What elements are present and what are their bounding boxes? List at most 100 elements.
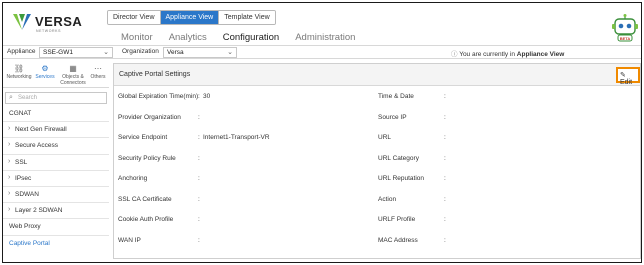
sidebar-item[interactable]: Web Proxy bbox=[3, 219, 109, 236]
field-label: SSL CA Certificate bbox=[118, 195, 172, 203]
field-separator: : bbox=[198, 93, 200, 100]
versa-logo: VERSA NETWORKS bbox=[9, 8, 99, 36]
field-separator: : bbox=[198, 134, 200, 141]
appliance-select[interactable]: SSE-GW1 ⌄ bbox=[39, 47, 113, 58]
sidebar-item-label: CGNAT bbox=[9, 110, 32, 117]
field-separator: : bbox=[198, 175, 200, 182]
field-label: WAN IP bbox=[118, 236, 141, 244]
sidebar-item[interactable]: › IPsec bbox=[3, 171, 109, 187]
services-icon: ⚙ bbox=[41, 64, 49, 73]
template-view-tab[interactable]: Template View bbox=[219, 11, 275, 24]
sidebar-item[interactable]: Captive Portal bbox=[3, 236, 109, 252]
edit-button[interactable]: ✎ Edit bbox=[616, 67, 640, 86]
chevron-right-icon: › bbox=[8, 141, 11, 149]
field-separator: : bbox=[198, 154, 200, 162]
field-separator: : bbox=[444, 216, 446, 223]
field-separator: : bbox=[444, 154, 446, 162]
sidebar-tabs: ⛓ Networking ⚙ Services ▦ Objects & Conn… bbox=[3, 60, 109, 88]
appliance-view-tab[interactable]: Appliance View bbox=[160, 11, 220, 24]
tab-objects-connectors[interactable]: ▦ Objects & Connectors bbox=[58, 65, 88, 86]
sidebar-item-label: Web Proxy bbox=[9, 223, 41, 231]
network-icon: ⛓ bbox=[13, 64, 25, 73]
sidebar-item-label: Layer 2 SDWAN bbox=[15, 207, 63, 215]
tab-objects-label: Objects & Connectors bbox=[60, 74, 86, 86]
sidebar: ⛓ Networking ⚙ Services ▦ Objects & Conn… bbox=[3, 60, 109, 262]
sidebar-item[interactable]: › Secure Access bbox=[3, 138, 109, 155]
field-separator: : bbox=[444, 236, 446, 244]
field-label: URLF Profile bbox=[378, 216, 416, 223]
chevron-right-icon: › bbox=[8, 157, 11, 165]
search-placeholder: Search bbox=[18, 95, 38, 101]
sidebar-item-label: SDWAN bbox=[15, 190, 39, 198]
appliance-select-value: SSE-GW1 bbox=[43, 49, 73, 56]
organization-select[interactable]: Versa ⌄ bbox=[163, 47, 237, 58]
sidebar-item[interactable]: › SSL bbox=[3, 155, 109, 171]
sidebar-item[interactable]: CGNAT bbox=[3, 106, 109, 123]
chevron-down-icon: ⌄ bbox=[227, 49, 233, 56]
context-bar: Appliance SSE-GW1 ⌄ Organization Versa ⌄… bbox=[3, 45, 641, 59]
field-value: 30 bbox=[203, 93, 211, 100]
view-info-view: Appliance View bbox=[516, 51, 565, 58]
field-separator: : bbox=[444, 195, 446, 203]
sidebar-item-label: Captive Portal bbox=[9, 239, 50, 247]
objects-icon: ▦ bbox=[69, 64, 77, 73]
tab-networking[interactable]: ⛓ Networking bbox=[6, 65, 32, 81]
field-label: Global Expiration Time(min) bbox=[118, 93, 199, 100]
search-icon: ⌕ bbox=[9, 94, 13, 101]
tab-services-label: Services bbox=[35, 74, 55, 80]
app-window: VERSA NETWORKS Director View Appliance V… bbox=[2, 2, 642, 263]
sidebar-item-label: Next Gen Firewall bbox=[15, 126, 67, 134]
edit-icon: ✎ bbox=[620, 72, 626, 79]
sidebar-search-input[interactable]: ⌕ Search bbox=[5, 92, 107, 104]
field-label: URL Category bbox=[378, 154, 419, 162]
view-info-prefix: You are currently in bbox=[459, 51, 515, 58]
beta-label: BETA bbox=[620, 36, 631, 41]
field-separator: : bbox=[444, 175, 446, 182]
appliance-label: Appliance bbox=[7, 48, 36, 55]
field-label: URL Reputation bbox=[378, 175, 425, 182]
field-label: MAC Address bbox=[378, 236, 418, 244]
field-separator: : bbox=[198, 195, 200, 203]
tab-networking-label: Networking bbox=[6, 74, 32, 80]
view-switcher: Director View Appliance View Template Vi… bbox=[107, 10, 276, 25]
field-separator: : bbox=[444, 134, 446, 141]
more-icon: ⋯ bbox=[94, 64, 102, 73]
tab-services[interactable]: ⚙ Services bbox=[34, 65, 56, 81]
chevron-right-icon: › bbox=[8, 189, 11, 197]
sidebar-list: CGNAT › Next Gen Firewall › Secure Access › SS… bbox=[3, 106, 109, 252]
director-view-tab[interactable]: Director View bbox=[108, 11, 161, 24]
chevron-down-icon: ⌄ bbox=[103, 49, 109, 56]
sidebar-item-label: SSL bbox=[15, 158, 28, 166]
captive-portal-panel: Captive Portal Settings ✎ Edit Global Ex… bbox=[113, 63, 641, 259]
field-label: Cookie Auth Profile bbox=[118, 216, 174, 223]
field-label: Source IP bbox=[378, 113, 407, 121]
tab-others-label: Others bbox=[90, 74, 106, 80]
assistant-robot-icon[interactable]: BETA bbox=[609, 13, 641, 45]
field-value: Internet1-Transport-VR bbox=[203, 134, 270, 141]
field-separator: : bbox=[198, 236, 200, 244]
versa-logo-icon bbox=[13, 14, 31, 30]
tab-others[interactable]: ⋯ Others bbox=[89, 65, 107, 81]
field-label: Time & Date bbox=[378, 93, 414, 100]
field-label: Action bbox=[378, 195, 397, 203]
field-separator: : bbox=[198, 113, 200, 121]
sidebar-item-label: IPsec bbox=[15, 174, 32, 182]
sidebar-item[interactable]: › Layer 2 SDWAN bbox=[3, 203, 109, 220]
field-separator: : bbox=[198, 216, 200, 223]
field-label: URL bbox=[378, 134, 392, 141]
sidebar-item[interactable]: › Next Gen Firewall bbox=[3, 122, 109, 139]
view-info: ⓘ You are currently in Appliance View bbox=[451, 48, 564, 58]
panel-title: Captive Portal Settings bbox=[119, 71, 191, 78]
sidebar-item[interactable]: › SDWAN bbox=[3, 187, 109, 204]
field-label: Service Endpoint bbox=[118, 134, 168, 141]
field-label: Provider Organization bbox=[118, 113, 181, 121]
edit-button-label: Edit bbox=[620, 79, 633, 86]
chevron-right-icon: › bbox=[8, 125, 11, 133]
info-circle-icon: ⓘ bbox=[451, 51, 458, 58]
organization-select-value: Versa bbox=[167, 49, 184, 56]
field-separator: : bbox=[444, 113, 446, 121]
brand-name: VERSA bbox=[35, 14, 83, 29]
chevron-right-icon: › bbox=[8, 173, 11, 181]
organization-label: Organization bbox=[122, 48, 159, 55]
brand-sub: NETWORKS bbox=[36, 29, 62, 33]
